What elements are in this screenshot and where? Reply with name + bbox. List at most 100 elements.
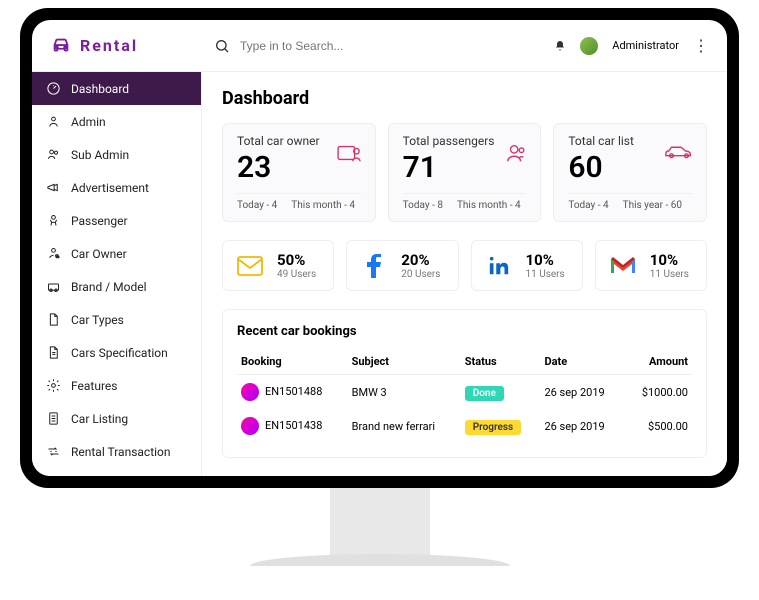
col-booking: Booking xyxy=(237,349,348,375)
sidebar-item-rental-transaction[interactable]: Rental Transaction xyxy=(32,435,201,468)
bookings-title: Recent car bookings xyxy=(237,324,692,339)
search-input[interactable] xyxy=(240,39,420,53)
spec-icon xyxy=(46,345,61,360)
topbar: Rental Administrator ⋮ xyxy=(32,20,727,72)
bookings-table: BookingSubjectStatusDateAmount EN1501488… xyxy=(237,349,692,443)
page-title: Dashboard xyxy=(222,88,707,109)
search-wrap xyxy=(214,38,542,54)
sidebar-item-passenger[interactable]: Passenger xyxy=(32,204,201,237)
row-avatar-icon xyxy=(241,383,259,401)
social-card-linkedin: 10%11 Users xyxy=(471,240,583,291)
social-pct: 50% xyxy=(277,251,316,269)
cell-amount: $500.00 xyxy=(625,409,692,443)
user-icon xyxy=(46,114,61,129)
car-icon xyxy=(664,142,694,164)
brand-text: Rental xyxy=(80,36,138,55)
users-icon xyxy=(46,147,61,162)
sidebar-item-label: Features xyxy=(71,379,117,393)
top-right: Administrator ⋮ xyxy=(554,36,709,55)
col-amount: Amount xyxy=(625,349,692,375)
brand-icon xyxy=(46,279,61,294)
social-pct: 20% xyxy=(401,251,440,269)
sidebar-item-label: Rental Transaction xyxy=(71,445,171,459)
social-pct: 10% xyxy=(526,251,565,269)
stats-row: Total car owner23Today - 4This month - 4… xyxy=(222,123,707,222)
monitor-frame: Rental Administrator ⋮ Dashboard Admin Sub… xyxy=(20,8,739,488)
cell-booking: EN1501488 xyxy=(237,375,348,410)
sidebar-item-label: Sub Admin xyxy=(71,148,129,162)
sidebar-item-cars-specification[interactable]: Cars Specification xyxy=(32,336,201,369)
linkedin-icon xyxy=(482,252,516,280)
car-icon xyxy=(50,35,72,57)
sidebar-item-brand-model[interactable]: Brand / Model xyxy=(32,270,201,303)
sidebar-item-admin[interactable]: Admin xyxy=(32,105,201,138)
sidebar-item-label: Cars Specification xyxy=(71,346,168,360)
status-badge: Done xyxy=(465,386,504,401)
passenger-icon xyxy=(504,142,528,168)
cell-subject: BMW 3 xyxy=(348,375,461,410)
social-pct: 10% xyxy=(650,251,689,269)
search-icon xyxy=(214,38,230,54)
bell-icon[interactable] xyxy=(554,40,566,52)
passenger-icon xyxy=(46,213,61,228)
doc-icon xyxy=(46,312,61,327)
owner-icon xyxy=(337,142,363,168)
bookings-card: Recent car bookings BookingSubjectStatus… xyxy=(222,309,707,458)
sidebar-item-label: Dashboard xyxy=(71,82,129,96)
col-date: Date xyxy=(540,349,624,375)
sidebar-item-advertisement[interactable]: Advertisement xyxy=(32,171,201,204)
email-icon xyxy=(233,252,267,280)
stat-card-car: Total car list60Today - 4This year - 60 xyxy=(553,123,707,222)
cell-subject: Brand new ferrari xyxy=(348,409,461,443)
avatar[interactable] xyxy=(580,37,598,55)
monitor-stand-base xyxy=(250,554,510,566)
social-users: 11 Users xyxy=(526,269,565,280)
cell-booking: EN1501438 xyxy=(237,409,348,443)
stat-card-passenger: Total passengers71Today - 8This month - … xyxy=(388,123,542,222)
megaphone-icon xyxy=(46,180,61,195)
social-card-gmail: 10%11 Users xyxy=(595,240,707,291)
body: Dashboard Admin Sub Admin Advertisement Pass… xyxy=(32,72,727,476)
social-users: 20 Users xyxy=(401,269,440,280)
sidebar-item-car-owner[interactable]: Car Owner xyxy=(32,237,201,270)
social-row: 50%49 Users20%20 Users10%11 Users10%11 U… xyxy=(222,240,707,291)
sidebar-item-car-types[interactable]: Car Types xyxy=(32,303,201,336)
cell-date: 26 sep 2019 xyxy=(540,409,624,443)
sidebar-item-sub-admin[interactable]: Sub Admin xyxy=(32,138,201,171)
stat-card-owner: Total car owner23Today - 4This month - 4 xyxy=(222,123,376,222)
social-users: 11 Users xyxy=(650,269,689,280)
col-subject: Subject xyxy=(348,349,461,375)
sidebar-item-label: Advertisement xyxy=(71,181,149,195)
cell-date: 26 sep 2019 xyxy=(540,375,624,410)
transaction-icon xyxy=(46,444,61,459)
stat-sub: Today - 4This month - 4 xyxy=(237,193,361,211)
cell-status: Done xyxy=(461,375,541,410)
sidebar-item-label: Car Types xyxy=(71,313,124,327)
facebook-icon xyxy=(357,252,391,280)
list-icon xyxy=(46,411,61,426)
screen: Rental Administrator ⋮ Dashboard Admin Sub… xyxy=(32,20,727,476)
dashboard-icon xyxy=(46,81,61,96)
social-card-facebook: 20%20 Users xyxy=(346,240,458,291)
brand-logo[interactable]: Rental xyxy=(50,35,202,57)
table-row[interactable]: EN1501438Brand new ferrari Progress 26 sep… xyxy=(237,409,692,443)
main: Dashboard Total car owner23Today - 4This… xyxy=(202,72,727,476)
status-badge: Progress xyxy=(465,420,521,435)
stat-sub: Today - 4This year - 60 xyxy=(568,193,692,211)
sidebar-item-car-listing[interactable]: Car Listing xyxy=(32,402,201,435)
carowner-icon xyxy=(46,246,61,261)
social-users: 49 Users xyxy=(277,269,316,280)
table-row[interactable]: EN1501488BMW 3Done26 sep 2019$1000.00 xyxy=(237,375,692,410)
sidebar-item-label: Car Listing xyxy=(71,412,128,426)
sidebar-item-features[interactable]: Features xyxy=(32,369,201,402)
cell-status: Progress xyxy=(461,409,541,443)
sidebar-item-dashboard[interactable]: Dashboard xyxy=(32,72,201,105)
user-role: Administrator xyxy=(612,39,679,52)
gear-icon xyxy=(46,378,61,393)
kebab-icon[interactable]: ⋮ xyxy=(693,36,709,55)
gmail-icon xyxy=(606,252,640,280)
sidebar-item-label: Passenger xyxy=(71,214,128,228)
stat-sub: Today - 8This month - 4 xyxy=(403,193,527,211)
sidebar: Dashboard Admin Sub Admin Advertisement Pass… xyxy=(32,72,202,476)
sidebar-item-label: Car Owner xyxy=(71,247,127,261)
